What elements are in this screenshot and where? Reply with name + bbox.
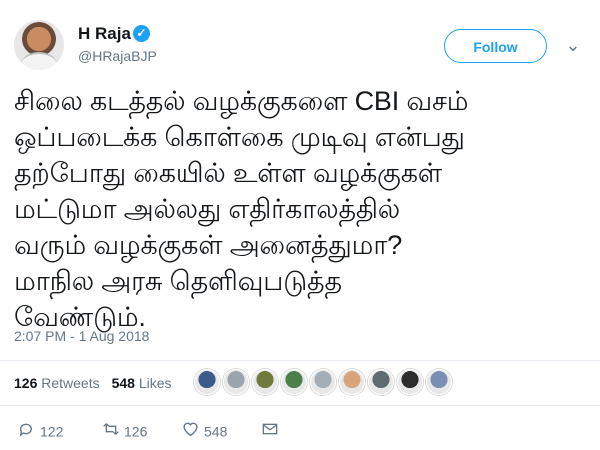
tweet-line: ஒப்படைக்க கொள்கை முடிவு என்பது — [14, 122, 465, 152]
engagement-stats: 126 Retweets 548 Likes — [14, 375, 172, 391]
tweet-line: மட்டுமா அல்லது எதிர்காலத்தில் — [14, 194, 401, 224]
retweets-label: Retweets — [41, 375, 100, 391]
liker-avatar[interactable] — [339, 369, 365, 395]
tweet-line: சிலை கடத்தல் வழக்குகளை CBI வசம் — [14, 86, 469, 116]
liker-avatar[interactable] — [426, 369, 452, 395]
retweet-count: 126 — [124, 423, 148, 440]
divider-bottom — [0, 405, 600, 406]
liker-avatar[interactable] — [194, 369, 220, 395]
retweet-action[interactable]: 126 — [102, 421, 147, 441]
liker-avatar[interactable] — [223, 369, 249, 395]
tweet-text: சிலை கடத்தல் வழக்குகளை CBI வசம் ஒப்படைக்… — [14, 83, 589, 335]
reply-count: 122 — [40, 423, 64, 440]
retweets-count: 126 — [14, 375, 38, 391]
like-stat[interactable]: 548 Likes — [112, 375, 172, 391]
likes-count: 548 — [111, 375, 135, 391]
envelope-icon — [262, 421, 284, 441]
message-action[interactable] — [262, 421, 284, 441]
reply-action[interactable]: 122 — [18, 421, 63, 441]
heart-icon — [182, 421, 204, 442]
likes-label: Likes — [138, 375, 172, 391]
author-name[interactable]: H Raja — [78, 24, 131, 44]
tweet-line: மாநில அரசு தெளிவுபடுத்த — [14, 266, 342, 296]
avatar-shirt — [21, 52, 57, 70]
liker-avatar[interactable] — [310, 369, 336, 395]
divider-top — [0, 360, 600, 361]
reply-icon — [18, 421, 40, 442]
tweet-timestamp[interactable]: 2:07 PM - 1 Aug 2018 — [14, 328, 149, 344]
liker-avatar[interactable] — [281, 369, 307, 395]
chevron-down-icon[interactable]: ⌄ — [563, 35, 583, 55]
verified-badge-icon: ✓ — [133, 25, 150, 42]
author-handle[interactable]: @HRajaBJP — [78, 48, 157, 64]
like-count: 548 — [204, 423, 228, 440]
liker-avatar[interactable] — [368, 369, 394, 395]
tweet-line: வரும் வழக்குகள் அனைத்துமா? — [14, 230, 403, 260]
like-action[interactable]: 548 — [182, 421, 227, 441]
liker-avatar[interactable] — [397, 369, 423, 395]
tweet-line: தற்போது கையில் உள்ள வழக்குகள் — [14, 158, 442, 188]
retweet-icon — [102, 421, 124, 442]
follow-button[interactable]: Follow — [444, 29, 547, 63]
liker-avatar[interactable] — [252, 369, 278, 395]
retweet-stat[interactable]: 126 Retweets — [14, 375, 100, 391]
author-avatar[interactable] — [14, 20, 64, 70]
